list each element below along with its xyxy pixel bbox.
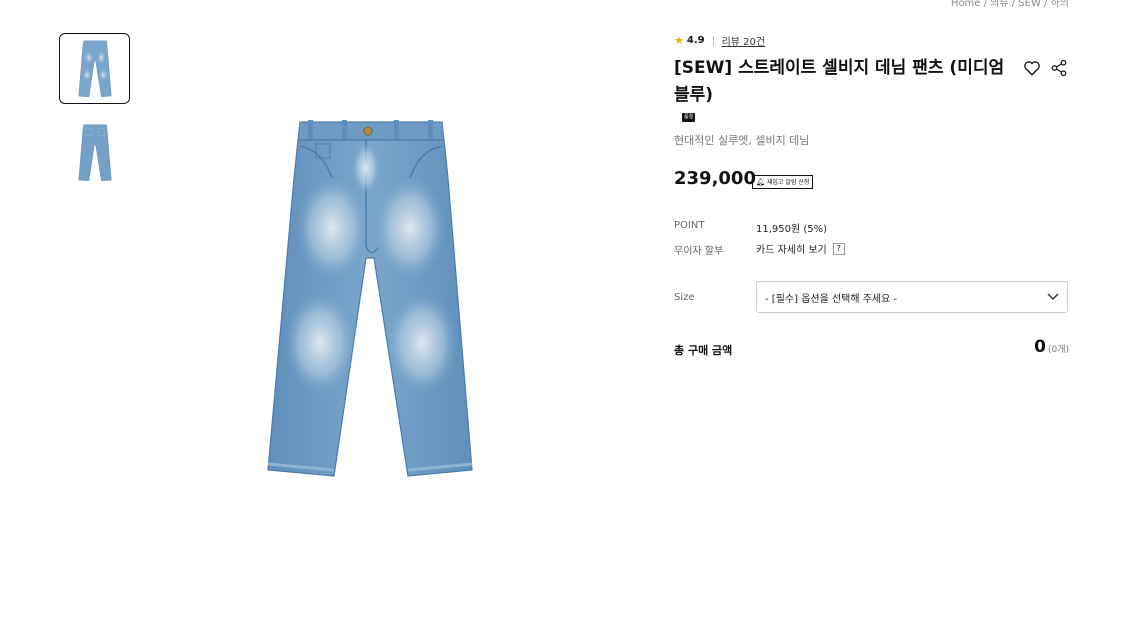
- thumbnail-back[interactable]: [59, 117, 130, 188]
- divider: [712, 35, 714, 46]
- heart-icon[interactable]: [1023, 59, 1041, 77]
- breadcrumb: Home / 의류 / SEW / 하의: [950, 0, 1069, 9]
- size-select-value: - [필수] 옵션을 선택해 주세요 -: [765, 293, 898, 305]
- installment-label: 무이자 할부: [674, 246, 724, 257]
- share-icon[interactable]: [1050, 59, 1068, 77]
- sold-out-badge: 품절: [682, 113, 696, 122]
- card-details-link[interactable]: 카드 자세히 보기: [756, 241, 827, 256]
- chevron-down-icon: [1047, 293, 1059, 301]
- rating-row: ★ 4.9 리뷰 20건: [674, 33, 765, 48]
- product-price: 239,000: [674, 168, 756, 189]
- total-count: (0개): [1047, 345, 1069, 355]
- main-product-image: [262, 118, 478, 482]
- point-value: 11,950원 (5%): [756, 224, 828, 235]
- jeans-thumbnail-image: [77, 124, 112, 181]
- jeans-thumbnail-image: [77, 40, 112, 97]
- review-count-link[interactable]: 리뷰 20건: [722, 33, 766, 48]
- total-price-label: 총 구매 금액: [674, 344, 733, 357]
- restock-alert-button[interactable]: 🔔︎ 재입고 알림 신청: [752, 175, 814, 189]
- rating-score: 4.9: [686, 35, 705, 46]
- point-label: POINT: [674, 220, 705, 231]
- restock-alert-label: 재입고 알림 신청: [766, 178, 810, 186]
- thumbnail-front[interactable]: [59, 33, 130, 104]
- total-price: 0 (0개): [1034, 337, 1069, 357]
- size-label: Size: [674, 292, 695, 303]
- star-icon: ★: [674, 34, 684, 47]
- bell-icon: 🔔︎: [756, 177, 765, 186]
- help-icon[interactable]: ?: [832, 242, 845, 255]
- size-select[interactable]: - [필수] 옵션을 선택해 주세요 -: [756, 281, 1068, 313]
- product-subtitle: 현대적인 실루엣, 셀비지 데님: [674, 134, 810, 147]
- total-amount: 0: [1034, 337, 1046, 357]
- product-title: [SEW] 스트레이트 셀비지 데님 팬츠 (미디엄 블루): [674, 58, 1005, 105]
- installment-row: 카드 자세히 보기 ?: [756, 241, 845, 256]
